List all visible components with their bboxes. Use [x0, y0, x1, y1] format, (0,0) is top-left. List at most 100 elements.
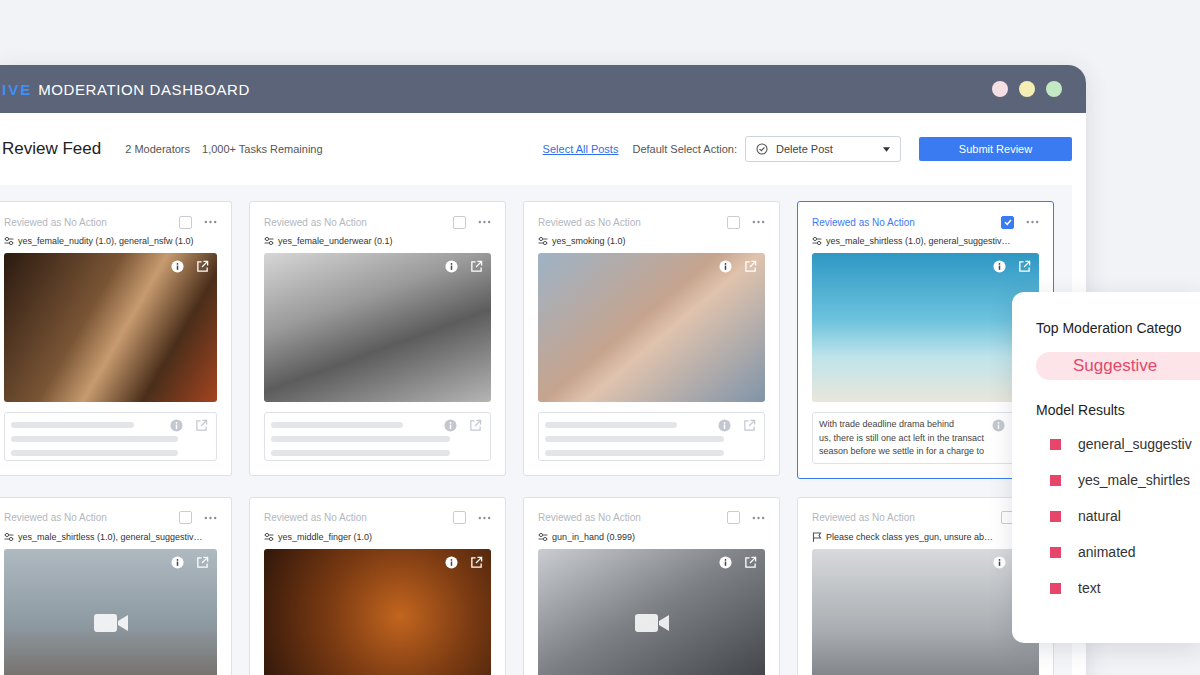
- select-all-link[interactable]: Select All Posts: [543, 143, 619, 155]
- open-external-icon[interactable]: [196, 556, 209, 569]
- post-media[interactable]: [538, 549, 765, 675]
- info-icon[interactable]: [444, 419, 457, 432]
- media-actions: [445, 260, 483, 273]
- model-labels: yes_smoking (1.0): [538, 233, 765, 249]
- model-labels: yes_male_shirtless (1.0), general_sugges…: [4, 529, 217, 545]
- select-checkbox[interactable]: [727, 511, 740, 524]
- review-status: Reviewed as No Action: [538, 217, 727, 228]
- open-external-icon[interactable]: [743, 419, 756, 432]
- select-checkbox[interactable]: [1001, 216, 1014, 229]
- post-card[interactable]: Reviewed as No Action yes_female_underwea…: [249, 201, 506, 476]
- moderators-count: 2 Moderators: [125, 143, 190, 155]
- post-card[interactable]: Reviewed as No Actionyes_female_nudity (…: [0, 201, 232, 476]
- review-status: Reviewed as No Action: [264, 512, 453, 523]
- open-external-icon[interactable]: [744, 260, 757, 273]
- review-status: Reviewed as No Action: [264, 217, 453, 228]
- open-external-icon[interactable]: [744, 556, 757, 569]
- placeholder-line: [545, 436, 724, 442]
- result-item: text: [1036, 570, 1200, 606]
- info-icon[interactable]: [445, 556, 458, 569]
- post-card[interactable]: Reviewed as No Action yes_male_shirtless …: [0, 497, 232, 675]
- placeholder-line: [545, 450, 724, 456]
- more-options-icon[interactable]: [204, 516, 217, 520]
- dropdown-value: Delete Post: [776, 143, 833, 155]
- more-options-icon[interactable]: [204, 220, 217, 224]
- post-media[interactable]: [4, 549, 217, 675]
- sliders-icon: [264, 532, 274, 542]
- more-options-icon[interactable]: [752, 516, 765, 520]
- media-actions: [719, 260, 757, 273]
- post-media[interactable]: [264, 253, 491, 402]
- page: IVEMODERATION DASHBOARDReview Feed2 Mode…: [0, 0, 1200, 675]
- card-header: Reviewed as No Action: [812, 510, 1039, 526]
- info-icon[interactable]: [993, 260, 1006, 273]
- more-options-icon[interactable]: [478, 516, 491, 520]
- result-item: natural: [1036, 498, 1200, 534]
- label-text: yes_smoking (1.0): [552, 236, 626, 246]
- result-marker-icon: [1050, 475, 1061, 486]
- label-text: gun_in_hand (0.999): [552, 532, 635, 542]
- info-icon[interactable]: [992, 419, 1005, 432]
- post-card[interactable]: Reviewed as No Actionyes_middle_finger (…: [249, 497, 506, 675]
- placeholder-line: [11, 422, 134, 428]
- info-icon[interactable]: [993, 556, 1006, 569]
- more-options-icon[interactable]: [1026, 220, 1039, 224]
- info-icon[interactable]: [171, 260, 184, 273]
- window-dot-icon[interactable]: [992, 81, 1008, 97]
- select-checkbox[interactable]: [453, 511, 466, 524]
- media-actions: [993, 260, 1031, 273]
- card-header: Reviewed as No Action: [264, 510, 491, 526]
- post-card[interactable]: Reviewed as No Action yes_smoking (1.0): [523, 201, 780, 476]
- result-marker-icon: [1050, 583, 1061, 594]
- open-external-icon[interactable]: [469, 419, 482, 432]
- post-media[interactable]: [538, 253, 765, 402]
- dashboard-window: IVEMODERATION DASHBOARDReview Feed2 Mode…: [0, 65, 1086, 675]
- select-checkbox[interactable]: [453, 216, 466, 229]
- card-header: Reviewed as No Action: [538, 510, 765, 526]
- open-external-icon[interactable]: [470, 556, 483, 569]
- window-controls: [992, 81, 1062, 97]
- video-camera-icon: [634, 611, 670, 635]
- result-label: natural: [1078, 508, 1121, 524]
- window-dot-icon[interactable]: [1019, 81, 1035, 97]
- model-labels: yes_female_underwear (0.1): [264, 233, 491, 249]
- check-icon: [1003, 217, 1013, 227]
- info-icon[interactable]: [170, 419, 183, 432]
- post-media[interactable]: [812, 253, 1039, 402]
- caption-actions: [718, 419, 756, 432]
- select-checkbox[interactable]: [179, 216, 192, 229]
- result-label: general_suggestiv: [1078, 436, 1192, 452]
- window-dot-icon[interactable]: [1046, 81, 1062, 97]
- post-media[interactable]: [264, 549, 491, 675]
- default-action-dropdown[interactable]: Delete Post: [745, 136, 901, 162]
- more-options-icon[interactable]: [478, 220, 491, 224]
- media-actions: [719, 556, 757, 569]
- sliders-icon: [812, 236, 822, 246]
- media-actions: [171, 260, 209, 273]
- open-external-icon[interactable]: [195, 419, 208, 432]
- caret-down-icon: [883, 147, 890, 152]
- open-external-icon[interactable]: [196, 260, 209, 273]
- result-marker-icon: [1050, 547, 1061, 558]
- media-actions: [445, 556, 483, 569]
- post-media[interactable]: [812, 549, 1039, 675]
- select-checkbox[interactable]: [727, 216, 740, 229]
- info-icon[interactable]: [719, 556, 732, 569]
- open-external-icon[interactable]: [1018, 260, 1031, 273]
- label-text: Please check class yes_gun, unsure ab…: [826, 532, 993, 542]
- submit-review-button[interactable]: Submit Review: [919, 137, 1072, 161]
- select-checkbox[interactable]: [179, 511, 192, 524]
- info-icon[interactable]: [718, 419, 731, 432]
- result-item: animated: [1036, 534, 1200, 570]
- open-external-icon[interactable]: [470, 260, 483, 273]
- info-icon[interactable]: [719, 260, 732, 273]
- card-header: Reviewed as No Action: [4, 510, 217, 526]
- result-item: general_suggestiv: [1036, 426, 1200, 462]
- info-icon[interactable]: [445, 260, 458, 273]
- result-item: yes_male_shirtles: [1036, 462, 1200, 498]
- model-labels: yes_female_nudity (1.0), general_nsfw (1…: [4, 233, 217, 249]
- more-options-icon[interactable]: [752, 220, 765, 224]
- post-card[interactable]: Reviewed as No Action gun_in_hand (0.999): [523, 497, 780, 675]
- info-icon[interactable]: [171, 556, 184, 569]
- post-media[interactable]: [4, 253, 217, 402]
